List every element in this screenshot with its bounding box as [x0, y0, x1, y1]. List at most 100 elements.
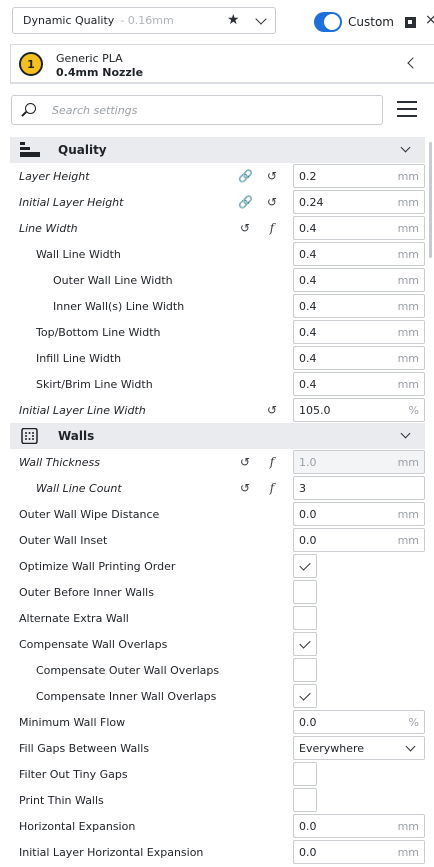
setting-field[interactable]: 0.4 mm	[293, 346, 425, 370]
setting-row: Optimize Wall Printing Order	[10, 553, 425, 579]
profile-layer-height: - 0.16mm	[120, 14, 174, 27]
setting-field[interactable]: 0.0 mm	[293, 502, 425, 526]
reset-icon[interactable]: ↺	[265, 169, 279, 183]
setting-field[interactable]: 0.0 mm	[293, 814, 425, 838]
setting-row: Print Thin Walls	[10, 787, 425, 813]
setting-label: Optimize Wall Printing Order	[19, 560, 176, 573]
setting-row: Outer Wall Line Width 0.4 mm	[10, 267, 425, 293]
setting-checkbox[interactable]	[293, 580, 317, 604]
setting-row: Filter Out Tiny Gaps	[10, 761, 425, 787]
setting-row: Minimum Wall Flow 0.0%	[10, 709, 425, 735]
setting-field[interactable]: 0.0%	[293, 710, 425, 734]
function-icon[interactable]: f	[265, 221, 279, 235]
setting-field[interactable]: 105.0%	[293, 398, 425, 422]
extruder-badge: 1	[19, 52, 43, 76]
quality-category-icon	[20, 142, 40, 157]
settings-scrollbar[interactable]	[429, 142, 432, 258]
setting-field[interactable]: 0.4 mm	[293, 268, 425, 292]
link-icon[interactable]: 🔗	[238, 195, 253, 209]
setting-row: Wall Line Count ↺ f 3	[10, 475, 425, 501]
link-icon[interactable]: 🔗	[238, 169, 253, 183]
setting-label: Compensate Wall Overlaps	[19, 638, 168, 651]
setting-field[interactable]: 0.24 mm	[293, 190, 425, 214]
setting-row: Top/Bottom Line Width 0.4 mm	[10, 319, 425, 345]
setting-label: Minimum Wall Flow	[19, 716, 126, 729]
nozzle-name: 0.4mm Nozzle	[56, 66, 144, 79]
setting-field[interactable]: 0.4 mm	[293, 320, 425, 344]
close-icon[interactable]: ×	[425, 12, 434, 28]
setting-label: Wall Line Width	[36, 248, 121, 261]
top-bar: Dynamic Quality - 0.16mm ★ Custom ×	[0, 0, 434, 44]
walls-category-icon	[21, 428, 38, 444]
setting-checkbox[interactable]	[293, 606, 317, 630]
setting-label: Initial Layer Horizontal Expansion	[19, 846, 204, 859]
setting-field[interactable]: 0.4 mm	[293, 216, 425, 240]
category-title: Walls	[58, 429, 95, 443]
custom-mode-label: Custom	[348, 15, 394, 29]
chevron-left-icon[interactable]	[407, 57, 419, 69]
category-title: Quality	[58, 143, 107, 157]
setting-row: Compensate Outer Wall Overlaps	[10, 657, 425, 683]
setting-checkbox[interactable]	[293, 788, 317, 812]
custom-mode-toggle[interactable]	[314, 12, 342, 32]
setting-checkbox[interactable]	[293, 684, 317, 708]
profile-name: Dynamic Quality	[23, 14, 115, 27]
setting-field[interactable]: 0.4 mm	[293, 242, 425, 266]
setting-checkbox[interactable]	[293, 762, 317, 786]
setting-row: Skirt/Brim Line Width 0.4 mm	[10, 371, 425, 397]
setting-dropdown[interactable]: Everywhere	[293, 736, 425, 760]
setting-label: Initial Layer Height	[19, 196, 124, 209]
setting-checkbox[interactable]	[293, 554, 317, 578]
setting-row: Wall Line Width 0.4 mm	[10, 241, 425, 267]
setting-field[interactable]: 0.0 mm	[293, 840, 425, 864]
star-icon[interactable]: ★	[227, 12, 240, 28]
setting-field[interactable]: 0.0 mm	[293, 528, 425, 552]
chevron-down-icon[interactable]	[400, 428, 411, 439]
setting-row: Compensate Wall Overlaps	[10, 631, 425, 657]
setting-label: Wall Line Count	[36, 482, 122, 495]
setting-label: Top/Bottom Line Width	[36, 326, 161, 339]
setting-field[interactable]: 0.2 mm	[293, 164, 425, 188]
setting-checkbox[interactable]	[293, 632, 317, 656]
setting-row: Fill Gaps Between Walls Everywhere	[10, 735, 425, 761]
category-walls[interactable]: Walls	[10, 423, 425, 449]
search-input[interactable]	[52, 101, 372, 119]
setting-field[interactable]: 0.4 mm	[293, 372, 425, 396]
chevron-down-icon[interactable]	[400, 142, 411, 153]
reset-icon[interactable]: ↺	[238, 221, 252, 235]
reset-icon[interactable]: ↺	[265, 195, 279, 209]
reset-icon[interactable]: ↺	[238, 455, 252, 469]
setting-label: Layer Height	[19, 170, 90, 183]
setting-label: Alternate Extra Wall	[19, 612, 129, 625]
setting-row: Line Width ↺ f 0.4 mm	[10, 215, 425, 241]
setting-label: Outer Wall Wipe Distance	[19, 508, 160, 521]
setting-checkbox[interactable]	[293, 658, 317, 682]
function-icon[interactable]: f	[265, 455, 279, 469]
open-external-icon[interactable]	[405, 17, 416, 28]
settings-menu-icon[interactable]	[397, 101, 417, 117]
setting-row: Alternate Extra Wall	[10, 605, 425, 631]
setting-label: Skirt/Brim Line Width	[36, 378, 153, 391]
setting-label: Inner Wall(s) Line Width	[53, 300, 185, 313]
setting-row: Outer Before Inner Walls	[10, 579, 425, 605]
function-icon[interactable]: f	[265, 481, 279, 495]
quality-profile-dropdown[interactable]: Dynamic Quality - 0.16mm ★	[12, 7, 276, 34]
setting-label: Outer Wall Inset	[19, 534, 108, 547]
chevron-down-icon	[255, 13, 267, 25]
category-quality[interactable]: Quality	[10, 137, 425, 163]
reset-icon[interactable]: ↺	[238, 481, 252, 495]
extruder-material-card[interactable]: 1 Generic PLA 0.4mm Nozzle	[10, 44, 434, 84]
setting-field[interactable]: 3	[293, 476, 425, 500]
setting-label: Wall Thickness	[19, 456, 100, 469]
setting-label: Outer Wall Line Width	[53, 274, 173, 287]
setting-label: Line Width	[19, 222, 78, 235]
reset-icon[interactable]: ↺	[265, 403, 279, 417]
setting-field[interactable]: 0.4 mm	[293, 294, 425, 318]
setting-label: Compensate Inner Wall Overlaps	[36, 690, 217, 703]
setting-row: Layer Height 🔗 ↺ 0.2 mm	[10, 163, 425, 189]
setting-row: Compensate Inner Wall Overlaps	[10, 683, 425, 709]
setting-row: Initial Layer Line Width ↺ 105.0%	[10, 397, 425, 423]
setting-row: Wall Thickness ↺ f 1.0 mm	[10, 449, 425, 475]
setting-label: Print Thin Walls	[19, 794, 104, 807]
setting-label: Initial Layer Line Width	[19, 404, 146, 417]
